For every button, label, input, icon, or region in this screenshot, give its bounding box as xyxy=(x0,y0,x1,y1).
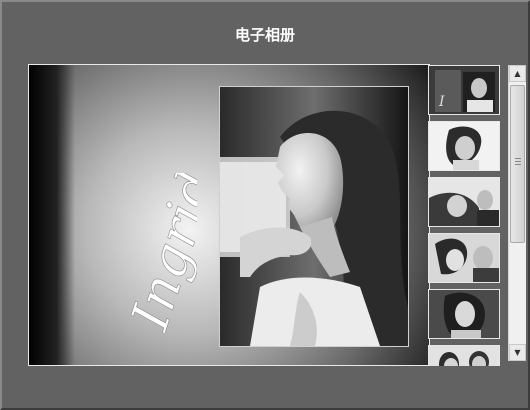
thumbnail-strip: I xyxy=(428,64,506,366)
frame-shadow xyxy=(29,65,75,365)
thumbnail-1[interactable]: I xyxy=(428,65,500,115)
signature-graphic: Ingrid xyxy=(120,173,197,333)
thumbnail-4[interactable] xyxy=(428,233,500,283)
main-photo-frame: Ingrid xyxy=(28,64,430,366)
thumbnail-6[interactable] xyxy=(428,345,500,366)
thumbnail-5[interactable] xyxy=(428,289,500,339)
thumbnail-2[interactable] xyxy=(428,121,500,171)
signature-text: Ingrid xyxy=(120,173,197,333)
scrollbar-thumb[interactable] xyxy=(510,85,525,243)
thumbnail-3[interactable] xyxy=(428,177,500,227)
grip-icon xyxy=(515,158,521,167)
svg-text:I: I xyxy=(438,94,445,110)
vertical-scrollbar[interactable]: ▲ ▼ xyxy=(508,65,526,361)
scroll-up-button[interactable]: ▲ xyxy=(509,65,526,82)
window-title: 电子相册 xyxy=(234,26,295,44)
scroll-down-button[interactable]: ▼ xyxy=(509,344,526,361)
triangle-up-icon: ▲ xyxy=(514,69,521,78)
triangle-down-icon: ▼ xyxy=(514,348,521,357)
album-window: 电子相册 Ingrid I ▲ ▼ xyxy=(0,0,530,410)
portrait-photo xyxy=(219,86,409,347)
